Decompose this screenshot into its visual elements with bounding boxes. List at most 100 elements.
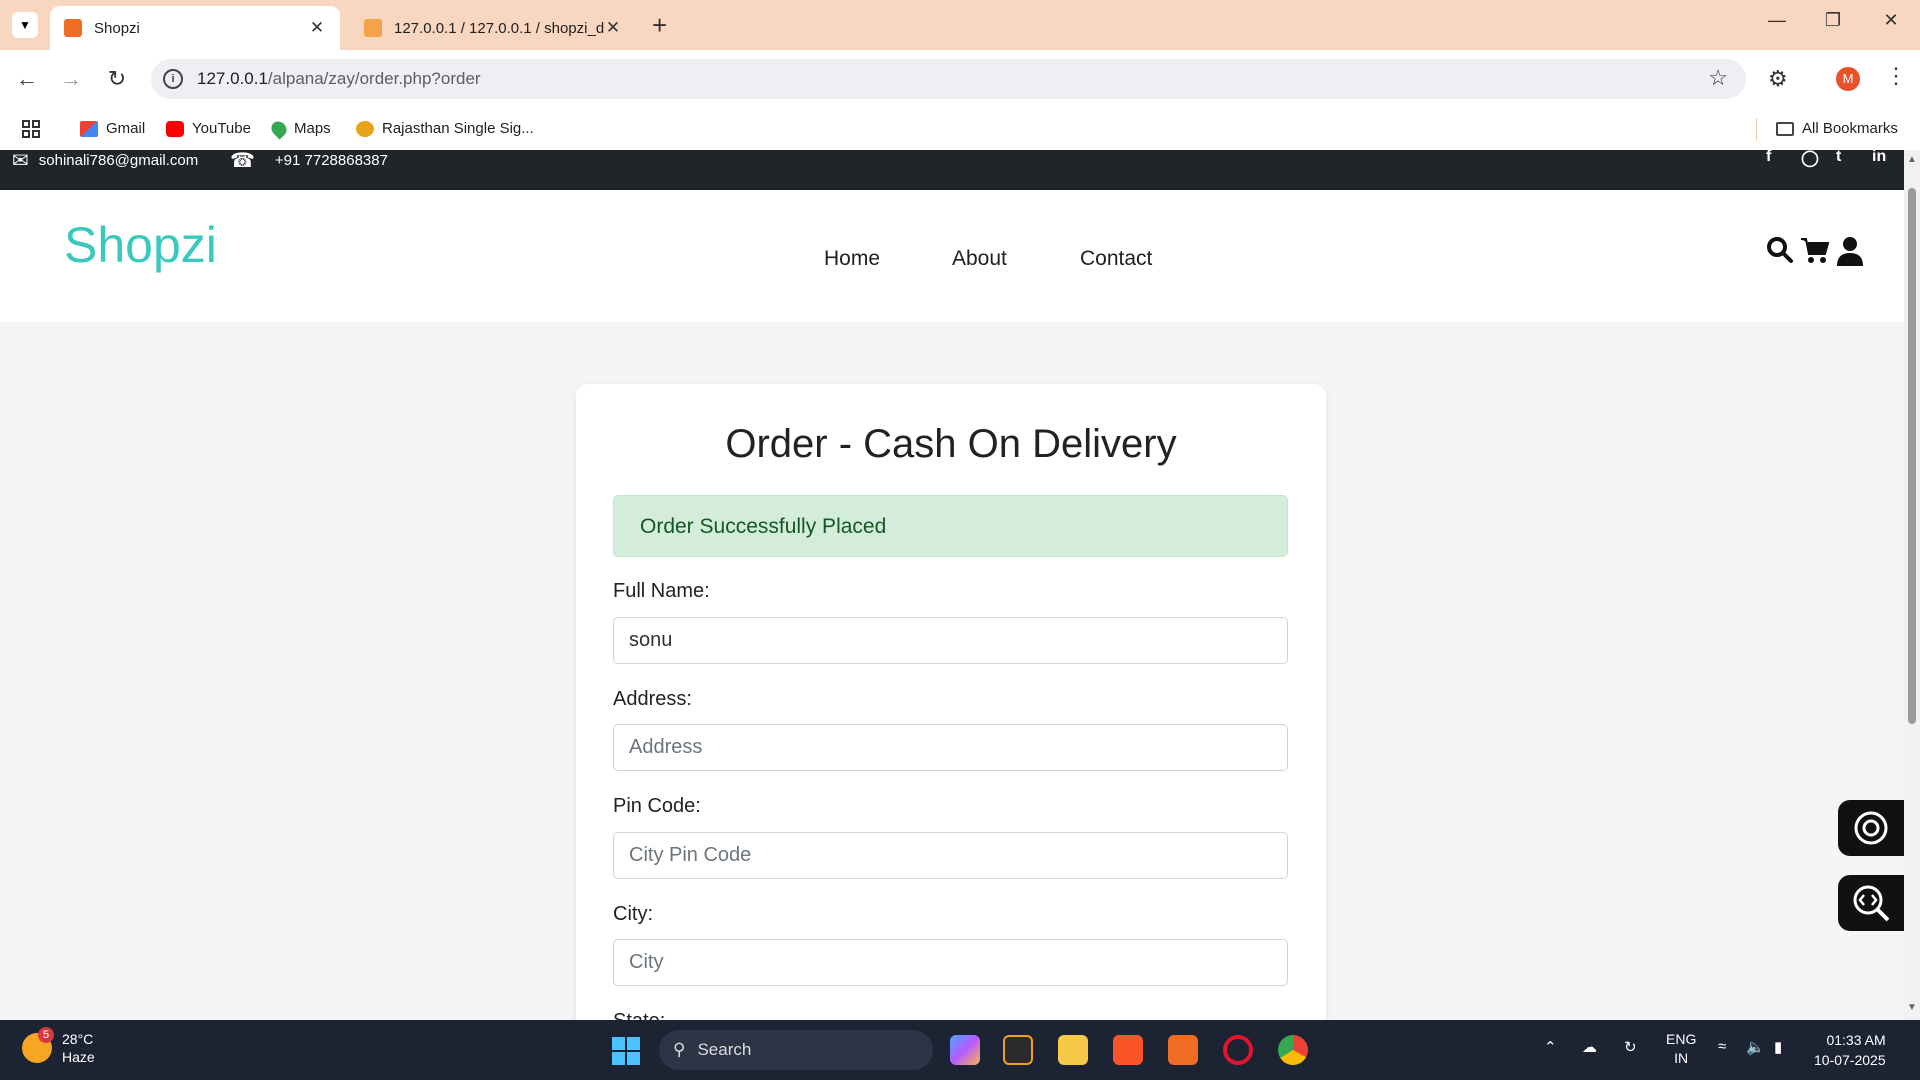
address-input[interactable] [613, 724, 1288, 771]
close-tab-icon[interactable]: ✕ [604, 18, 622, 38]
full-name-input[interactable] [613, 617, 1288, 664]
user-icon[interactable] [1836, 236, 1864, 273]
nav-home[interactable]: Home [824, 247, 880, 271]
twitter-icon[interactable]: t [1836, 150, 1841, 166]
search-icon[interactable] [1766, 236, 1794, 271]
battery-icon[interactable]: ▮ [1774, 1038, 1782, 1056]
site-logo[interactable]: Shopzi [64, 216, 217, 274]
page-title: Order - Cash On Delivery [725, 422, 1177, 466]
weather-desc: Haze [62, 1049, 95, 1065]
url-text[interactable]: 127.0.0.1/alpana/zay/order.php?order [197, 69, 481, 89]
clock-date: 10-07-2025 [1814, 1052, 1886, 1068]
windows-taskbar: 5 28°C Haze ⚲ Search ⌃ ☁ ↻ ENG IN ≈ 🔈 ▮ … [0, 1020, 1920, 1080]
pin-code-input[interactable] [613, 832, 1288, 879]
chrome-icon[interactable] [1278, 1035, 1308, 1065]
contact-topbar: ✉ sohinali786@gmail.com ☎ +91 7728868387… [0, 150, 1904, 190]
scroll-up-arrow-icon[interactable]: ▲ [1907, 154, 1917, 165]
weather-temp: 28°C [62, 1031, 94, 1047]
language-indicator[interactable]: ENG IN [1666, 1030, 1696, 1068]
browser-tab-bar: ▼ Shopzi ✕ 127.0.0.1 / 127.0.0.1 / shopz… [0, 0, 1920, 50]
code-inspect-button[interactable] [1838, 875, 1904, 931]
bookmark-gmail[interactable]: Gmail [80, 120, 145, 137]
copilot-icon[interactable] [950, 1035, 980, 1065]
all-bookmarks-button[interactable]: All Bookmarks [1776, 120, 1898, 137]
rajasthan-emblem-icon [356, 120, 374, 137]
gmail-icon [80, 120, 98, 137]
region-code: IN [1674, 1050, 1689, 1066]
sublime-text-icon[interactable] [1003, 1035, 1033, 1065]
menu-icon[interactable]: ⋮ [1885, 63, 1907, 89]
email-text: sohinali786@gmail.com [38, 152, 199, 169]
nav-about[interactable]: About [952, 247, 1007, 271]
notification-badge: 5 [38, 1027, 54, 1043]
bookmark-maps[interactable]: Maps [268, 117, 331, 140]
extensions-icon[interactable]: ⚙ [1768, 66, 1788, 92]
pin-code-label: Pin Code: [613, 795, 701, 817]
city-input[interactable] [613, 939, 1288, 986]
bookmark-label: Gmail [106, 120, 146, 137]
tab-title: 127.0.0.1 / 127.0.0.1 / shopzi_db [394, 19, 604, 37]
xampp-favicon-icon [64, 19, 82, 37]
address-bar[interactable]: i 127.0.0.1/alpana/zay/order.php?order ☆ [151, 59, 1746, 99]
minimize-button[interactable]: — [1762, 10, 1792, 31]
close-tab-icon[interactable]: ✕ [308, 18, 326, 38]
brave-browser-icon[interactable] [1113, 1035, 1143, 1065]
bookmark-label: Rajasthan Single Sig... [382, 120, 534, 137]
new-tab-button[interactable]: + [652, 10, 667, 41]
close-window-button[interactable]: ✕ [1876, 10, 1906, 31]
linkedin-icon[interactable]: in [1872, 150, 1886, 166]
youtube-icon [166, 120, 184, 137]
bookmark-star-icon[interactable]: ☆ [1708, 65, 1728, 91]
start-button[interactable] [612, 1037, 640, 1065]
page-scrollbar[interactable]: ▲ ▼ [1904, 150, 1920, 1020]
restore-button[interactable]: ❐ [1818, 10, 1848, 31]
bookmark-youtube[interactable]: YouTube [166, 120, 251, 137]
profile-avatar[interactable]: M [1836, 67, 1860, 91]
show-hidden-icons-chevron-icon[interactable]: ⌃ [1544, 1038, 1557, 1056]
phpmyadmin-favicon-icon [364, 19, 382, 37]
reload-button[interactable]: ↻ [104, 66, 130, 92]
tab-shopzi[interactable]: Shopzi ✕ [50, 6, 340, 50]
phone-text: +91 7728868387 [274, 152, 388, 169]
sync-icon[interactable]: ↻ [1624, 1038, 1637, 1056]
clock-time: 01:33 AM [1826, 1032, 1886, 1048]
facebook-icon[interactable]: f [1766, 150, 1771, 166]
envelope-icon: ✉ [12, 150, 29, 172]
bookmarks-bar: Gmail YouTube Maps Rajasthan Single Sig.… [0, 108, 1920, 150]
taskbar-search[interactable]: ⚲ Search [659, 1030, 933, 1070]
tab-title: Shopzi [94, 19, 140, 37]
browser-toolbar: ← → ↻ i 127.0.0.1/alpana/zay/order.php?o… [0, 50, 1920, 108]
apps-grid-icon[interactable] [22, 120, 40, 138]
cart-icon[interactable] [1800, 236, 1830, 271]
nav-contact[interactable]: Contact [1080, 247, 1152, 271]
xampp-icon[interactable] [1168, 1035, 1198, 1065]
site-info-icon[interactable]: i [163, 69, 183, 89]
onedrive-icon[interactable]: ☁ [1582, 1038, 1597, 1056]
email-contact[interactable]: ✉ sohinali786@gmail.com [12, 150, 198, 173]
tab-search-button[interactable]: ▼ [12, 12, 38, 38]
system-clock[interactable]: 01:33 AM 10-07-2025 [1814, 1030, 1886, 1070]
wifi-icon[interactable]: ≈ [1718, 1038, 1726, 1055]
file-explorer-icon[interactable] [1058, 1035, 1088, 1065]
maps-pin-icon [268, 117, 290, 140]
search-code-icon [1853, 885, 1890, 922]
city-label: City: [613, 903, 653, 925]
address-label: Address: [613, 688, 692, 710]
folder-icon [1776, 121, 1794, 136]
scrollbar-thumb[interactable] [1908, 188, 1916, 724]
back-button[interactable]: ← [14, 66, 40, 92]
forward-button[interactable]: → [58, 66, 84, 92]
scroll-down-arrow-icon[interactable]: ▼ [1907, 1002, 1917, 1013]
phone-icon: ☎ [230, 150, 255, 172]
opera-icon[interactable] [1223, 1035, 1253, 1065]
instagram-icon[interactable]: ◯ [1801, 150, 1819, 168]
ai-assistant-button[interactable] [1838, 800, 1904, 856]
bookmark-rajasthan[interactable]: Rajasthan Single Sig... [356, 120, 534, 137]
volume-icon[interactable]: 🔈 [1746, 1038, 1765, 1056]
weather-haze-icon: 5 [22, 1027, 54, 1063]
weather-widget[interactable]: 5 28°C Haze [22, 1027, 95, 1066]
tab-phpmyadmin[interactable]: 127.0.0.1 / 127.0.0.1 / shopzi_db ✕ [350, 6, 636, 50]
phone-contact[interactable]: ☎ +91 7728868387 [230, 150, 388, 173]
site-header: Shopzi Home About Contact [0, 190, 1904, 322]
taskbar-search-label: Search [697, 1040, 752, 1059]
